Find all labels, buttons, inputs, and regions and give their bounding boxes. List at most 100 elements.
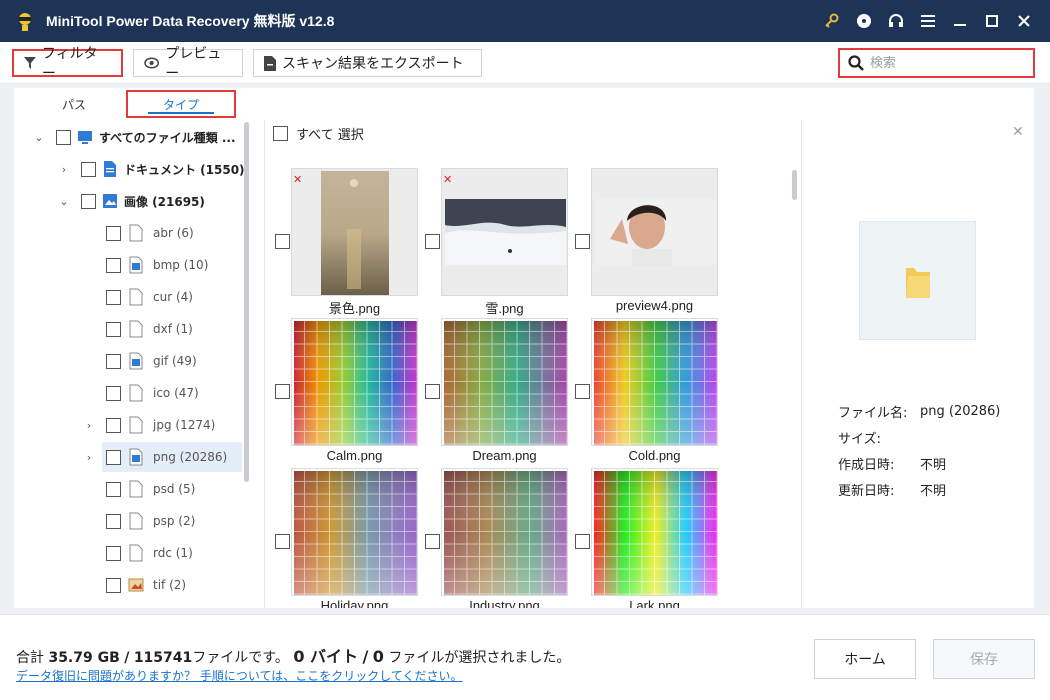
- select-all-checkbox[interactable]: [273, 126, 288, 141]
- thumbnail-item[interactable]: Calm.png: [270, 310, 420, 463]
- thumbnail[interactable]: [591, 468, 718, 596]
- item-checkbox[interactable]: [575, 534, 590, 549]
- thumbnail-item[interactable]: Holiday.png: [270, 460, 420, 608]
- file-properties: ファイル名: png (20286) サイズ: 作成日時: 不明 更新日時: 不…: [838, 398, 1000, 502]
- selected-suffix: ファイルが選択されました。: [388, 650, 571, 666]
- checkbox[interactable]: [106, 289, 121, 305]
- file-icon: [129, 320, 143, 338]
- tree-item-psp[interactable]: psp (2): [14, 506, 252, 536]
- tree-item-tif[interactable]: tif (2): [14, 570, 252, 600]
- checkbox[interactable]: [106, 545, 121, 561]
- chevron-right-icon[interactable]: ›: [82, 450, 96, 464]
- minimize-icon[interactable]: [944, 0, 976, 42]
- filter-button[interactable]: フィルター: [12, 46, 123, 82]
- checkbox[interactable]: [106, 321, 121, 337]
- thumbnail-item[interactable]: Cold.png: [570, 310, 720, 463]
- thumbnail[interactable]: [591, 318, 718, 446]
- color-palette-image: [444, 471, 567, 595]
- tree-item-bmp[interactable]: bmp (10): [14, 250, 252, 280]
- tree-label: ドキュメント (1550): [124, 162, 245, 177]
- tree-item-cur[interactable]: cur (4): [14, 282, 252, 312]
- snow-landscape-image: [445, 199, 566, 265]
- help-link[interactable]: データ復旧に問題がありますか？ 手順については、ここをクリックしてください。: [16, 667, 463, 684]
- checkbox[interactable]: [81, 193, 96, 209]
- checkbox[interactable]: [106, 513, 121, 529]
- preview-button[interactable]: プレビュー: [133, 46, 243, 82]
- chevron-right-icon[interactable]: ›: [57, 162, 71, 176]
- status-footer: 合計 35.79 GB / 115741ファイルです。 0 バイト / 0 ファ…: [0, 614, 1050, 700]
- item-checkbox[interactable]: [275, 534, 290, 549]
- color-palette-image: [444, 321, 567, 445]
- tree-item-abr[interactable]: abr (6): [14, 218, 252, 248]
- tree-item-rdc[interactable]: rdc (1): [14, 538, 252, 568]
- thumbnail-item[interactable]: ✕ 雪.png: [420, 160, 570, 316]
- search-input[interactable]: [870, 55, 1030, 71]
- thumbnail-item[interactable]: ✕ 景色.png: [270, 160, 420, 316]
- select-all[interactable]: すべて 選択: [273, 124, 364, 143]
- tree-item-jpg[interactable]: › jpg (1274): [14, 410, 252, 440]
- tree-label: ico (47): [153, 386, 199, 400]
- checkbox[interactable]: [56, 129, 71, 145]
- checkbox[interactable]: [106, 225, 121, 241]
- folder-icon: [906, 268, 930, 298]
- headset-icon[interactable]: [880, 0, 912, 42]
- tree-item-ico[interactable]: ico (47): [14, 378, 252, 408]
- thumbnail[interactable]: [591, 168, 718, 296]
- thumbnail-item[interactable]: preview4.png: [570, 160, 720, 313]
- tree-item-png[interactable]: › png (20286): [14, 442, 252, 472]
- key-icon[interactable]: [816, 0, 848, 42]
- item-checkbox[interactable]: [425, 534, 440, 549]
- item-checkbox[interactable]: [575, 234, 590, 249]
- close-preview-icon[interactable]: ✕: [1012, 124, 1024, 140]
- thumbnail[interactable]: [291, 468, 418, 596]
- chevron-down-icon[interactable]: ⌄: [32, 130, 46, 144]
- color-palette-image: [594, 471, 717, 595]
- item-checkbox[interactable]: [425, 234, 440, 249]
- maximize-icon[interactable]: [976, 0, 1008, 42]
- item-checkbox[interactable]: [275, 234, 290, 249]
- checkbox[interactable]: [106, 449, 121, 465]
- thumbnail-item[interactable]: Industry.png: [420, 460, 570, 608]
- tree-label: bmp (10): [153, 258, 209, 272]
- tab-type[interactable]: タイプ: [126, 90, 236, 118]
- thumbnail[interactable]: [291, 318, 418, 446]
- checkbox[interactable]: [106, 353, 121, 369]
- tab-path[interactable]: パス: [59, 90, 89, 118]
- tree-item-gif[interactable]: gif (49): [14, 346, 252, 376]
- item-checkbox[interactable]: [425, 384, 440, 399]
- thumbnail[interactable]: ✕: [291, 168, 418, 296]
- home-button[interactable]: ホーム: [814, 639, 916, 679]
- checkbox[interactable]: [106, 481, 121, 497]
- item-checkbox[interactable]: [275, 384, 290, 399]
- thumbnail[interactable]: [441, 318, 568, 446]
- thumbnail[interactable]: [441, 468, 568, 596]
- export-button[interactable]: スキャン結果をエクスポート: [253, 49, 482, 77]
- tree-scrollbar[interactable]: [244, 122, 249, 482]
- checkbox[interactable]: [106, 417, 121, 433]
- item-checkbox[interactable]: [575, 384, 590, 399]
- item-name: Lark.png: [629, 598, 680, 608]
- thumbnail-item[interactable]: Dream.png: [420, 310, 570, 463]
- chevron-right-icon[interactable]: ›: [82, 418, 96, 432]
- thumbnail[interactable]: ✕: [441, 168, 568, 296]
- checkbox[interactable]: [81, 161, 96, 177]
- tree-item-documents[interactable]: › ドキュメント (1550): [14, 154, 252, 184]
- close-icon[interactable]: [1008, 0, 1040, 42]
- checkbox[interactable]: [106, 257, 121, 273]
- toolbar: フィルター プレビュー スキャン結果をエクスポート: [0, 42, 1050, 84]
- tree-item-all[interactable]: ⌄ すべてのファイル種類 ...: [14, 122, 252, 152]
- search-box[interactable]: [838, 48, 1035, 78]
- checkbox[interactable]: [106, 385, 121, 401]
- tree-item-images[interactable]: ⌄ 画像 (21695): [14, 186, 252, 216]
- item-name: Holiday.png: [320, 598, 389, 608]
- save-button[interactable]: 保存: [933, 639, 1035, 679]
- tree-item-dxf[interactable]: dxf (1): [14, 314, 252, 344]
- checkbox[interactable]: [106, 577, 121, 593]
- item-name: Industry.png: [469, 598, 540, 608]
- tree-item-psd[interactable]: psd (5): [14, 474, 252, 504]
- chevron-down-icon[interactable]: ⌄: [57, 194, 71, 208]
- menu-icon[interactable]: [912, 0, 944, 42]
- disc-icon[interactable]: [848, 0, 880, 42]
- thumbnail-item[interactable]: Lark.png: [570, 460, 720, 608]
- grid-scrollbar[interactable]: [792, 170, 797, 200]
